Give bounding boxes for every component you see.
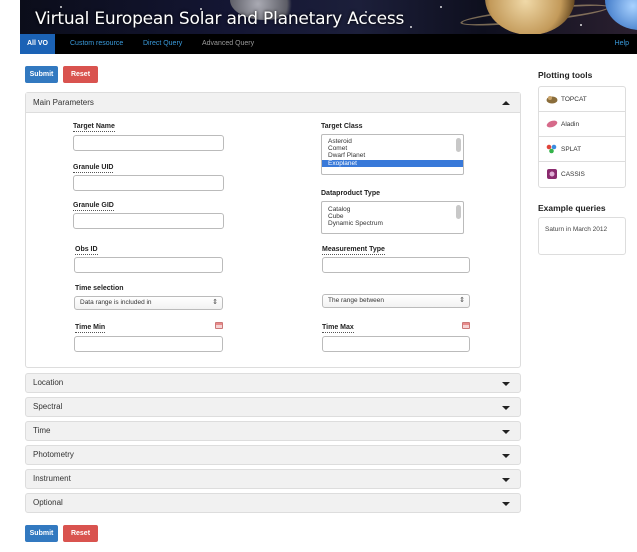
section-location[interactable]: Location [25, 373, 521, 393]
time-selection-select[interactable]: Data range is included in ⇕ [74, 296, 223, 310]
expand-caret-icon [502, 454, 510, 458]
tab-advanced-query[interactable]: Advanced Query [202, 34, 254, 54]
measurement-type-input[interactable] [322, 257, 470, 273]
listbox-scrollbar[interactable] [456, 138, 461, 152]
calendar-icon[interactable] [462, 322, 470, 329]
section-instrument[interactable]: Instrument [25, 469, 521, 489]
time-max-label: Time Max [322, 324, 354, 333]
tab-custom-resource[interactable]: Custom resource [70, 34, 123, 54]
target-name-input[interactable] [73, 135, 224, 151]
example-query-item[interactable]: Saturn in March 2012 [538, 217, 626, 255]
tab-all-vo[interactable]: All VO [20, 34, 56, 54]
list-option-selected[interactable]: Exoplanet [322, 159, 463, 167]
tool-splat[interactable]: SPLAT [539, 137, 625, 162]
reset-button-bottom[interactable]: Reset [63, 525, 98, 542]
list-option[interactable]: Dynamic Spectrum [322, 220, 463, 227]
main-parameters-title: Main Parameters [33, 98, 94, 107]
target-class-listbox[interactable]: Asteroid Comet Dwarf Planet Exoplanet [321, 134, 464, 175]
dataproduct-type-listbox[interactable]: Catalog Cube Dynamic Spectrum [321, 201, 464, 234]
granule-gid-label: Granule GID [73, 202, 114, 211]
tool-aladin[interactable]: Aladin [539, 112, 625, 137]
expand-caret-icon [502, 406, 510, 410]
tool-label: CASSIS [561, 171, 585, 178]
section-title: Optional [33, 498, 63, 507]
splat-icon [546, 144, 557, 154]
target-class-label: Target Class [321, 123, 363, 130]
tool-label: SPLAT [561, 146, 582, 153]
aladin-icon [546, 120, 558, 128]
tool-cassis[interactable]: CASSIS [539, 162, 625, 187]
section-time[interactable]: Time [25, 421, 521, 441]
expand-caret-icon [502, 430, 510, 434]
section-title: Instrument [33, 474, 71, 483]
time-range-value: The range between [328, 297, 385, 304]
list-option[interactable]: Asteroid [322, 138, 463, 145]
tool-label: Aladin [561, 121, 580, 128]
section-title: Spectral [33, 402, 63, 411]
measurement-type-label: Measurement Type [322, 246, 385, 255]
time-selection-value: Data range is included in [80, 299, 152, 306]
expand-caret-icon [502, 382, 510, 386]
list-option[interactable]: Catalog [322, 206, 463, 213]
collapse-caret-icon [502, 101, 510, 105]
expand-caret-icon [502, 478, 510, 482]
time-min-label: Time Min [75, 324, 106, 333]
example-query-label: Saturn in March 2012 [545, 226, 608, 233]
section-title: Photometry [33, 450, 74, 459]
tool-label: TOPCAT [561, 96, 587, 103]
section-title: Location [33, 378, 64, 387]
planet-graphic-blue [605, 0, 637, 30]
dataproduct-type-label: Dataproduct Type [321, 190, 380, 197]
saturn-graphic [485, 0, 575, 34]
section-photometry[interactable]: Photometry [25, 445, 521, 465]
main-parameters-header[interactable]: Main Parameters [26, 93, 520, 113]
help-link[interactable]: Help [615, 34, 629, 54]
submit-button-bottom[interactable]: Submit [25, 525, 58, 542]
section-title: Time [33, 426, 51, 435]
obs-id-label: Obs ID [75, 246, 98, 255]
calendar-icon[interactable] [215, 322, 223, 329]
plotting-tools-title: Plotting tools [538, 70, 593, 80]
cassis-icon [547, 169, 557, 179]
tab-direct-query[interactable]: Direct Query [143, 34, 182, 54]
list-option[interactable]: Dwarf Planet [322, 152, 463, 159]
listbox-scrollbar[interactable] [456, 205, 461, 219]
obs-id-input[interactable] [74, 257, 223, 273]
target-name-label: Target Name [73, 123, 115, 132]
time-min-input[interactable] [74, 336, 223, 352]
list-option[interactable]: Cube [322, 213, 463, 220]
submit-button-top[interactable]: Submit [25, 66, 58, 83]
section-spectral[interactable]: Spectral [25, 397, 521, 417]
topcat-icon [546, 96, 558, 104]
select-arrows-icon: ⇕ [459, 297, 465, 304]
tool-topcat[interactable]: TOPCAT [539, 87, 625, 112]
granule-uid-input[interactable] [73, 175, 224, 191]
time-range-select[interactable]: The range between ⇕ [322, 294, 470, 308]
section-optional[interactable]: Optional [25, 493, 521, 513]
select-arrows-icon: ⇕ [212, 299, 218, 306]
reset-button-top[interactable]: Reset [63, 66, 98, 83]
main-nav: All VO Custom resource Direct Query Adva… [20, 34, 637, 54]
list-option[interactable]: Comet [322, 145, 463, 152]
example-queries-title: Example queries [538, 203, 606, 213]
granule-uid-label: Granule UID [73, 164, 114, 173]
site-title: Virtual European Solar and Planetary Acc… [35, 9, 405, 29]
time-max-input[interactable] [322, 336, 470, 352]
plotting-tools-list: TOPCAT Aladin SPLAT CASSIS [538, 86, 626, 188]
time-selection-label: Time selection [75, 285, 124, 292]
expand-caret-icon [502, 502, 510, 506]
header-banner: Virtual European Solar and Planetary Acc… [20, 0, 637, 34]
granule-gid-input[interactable] [73, 213, 224, 229]
